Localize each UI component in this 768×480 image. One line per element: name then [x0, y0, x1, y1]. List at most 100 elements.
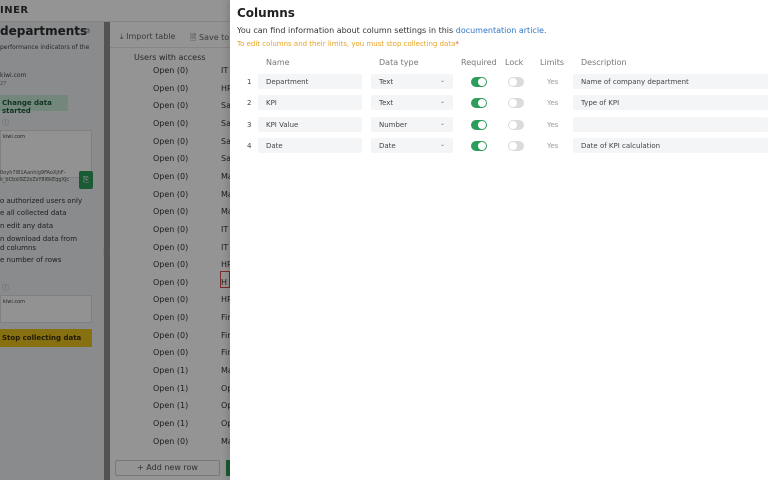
stop-collecting-button[interactable]: Stop collecting data: [0, 329, 92, 347]
users-with-access-cell[interactable]: Open (1): [153, 419, 188, 428]
option-collected-data[interactable]: e all collected data: [0, 209, 67, 217]
documentation-link[interactable]: documentation article.: [456, 26, 547, 35]
users-with-access-cell[interactable]: Open (0): [153, 207, 188, 216]
notify-email: kiwi.com: [3, 299, 26, 305]
users-with-access-cell[interactable]: Open (0): [153, 66, 188, 75]
users-with-access-cell[interactable]: Open (0): [153, 119, 188, 128]
data-type-value: Number: [379, 121, 408, 129]
users-with-access-cell[interactable]: Open (0): [153, 313, 188, 322]
column-name-input[interactable]: KPI: [258, 95, 362, 110]
import-table-button[interactable]: ⤓ Import table: [120, 32, 175, 42]
limits-value[interactable]: Yes: [547, 142, 558, 150]
data-type-select[interactable]: Number ⌄: [371, 117, 453, 132]
chevron-down-icon: ⌄: [439, 120, 445, 127]
data-type-select[interactable]: Text ⌄: [371, 95, 453, 110]
row-number: 4: [247, 142, 252, 150]
description-input[interactable]: Date of KPI calculation: [573, 138, 768, 153]
toggle-knob: [509, 78, 517, 86]
info-text-body: You can find information about column se…: [237, 26, 456, 35]
info-text: You can find information about column se…: [237, 26, 547, 35]
users-with-access-cell[interactable]: Open (1): [153, 384, 188, 393]
brand-name: INER: [0, 5, 29, 16]
lock-toggle[interactable]: [508, 77, 524, 87]
required-toggle[interactable]: [471, 141, 487, 151]
users-with-access-cell[interactable]: Open (0): [153, 278, 188, 287]
data-type-value: Date: [379, 142, 396, 150]
add-new-row-button[interactable]: + Add new row: [115, 460, 220, 476]
owner-sub: 27: [0, 81, 7, 87]
option-number-of-rows[interactable]: e number of rows: [0, 256, 61, 264]
data-type-value: Text: [379, 78, 394, 86]
description-input[interactable]: Name of company department: [573, 74, 768, 89]
column-name-input[interactable]: Date: [258, 138, 362, 153]
warning-text: To edit columns and their limits, you mu…: [237, 40, 459, 48]
data-type-select[interactable]: Date ⌄: [371, 138, 453, 153]
department-cell[interactable]: IT: [221, 243, 228, 252]
users-with-access-cell[interactable]: Open (0): [153, 84, 188, 93]
users-with-access-cell[interactable]: Open (0): [153, 225, 188, 234]
copy-icon[interactable]: ⧉: [84, 26, 90, 36]
invalid-cell-highlight: [220, 271, 230, 288]
option-columns[interactable]: d columns: [0, 244, 36, 252]
header-description: Description: [581, 58, 627, 67]
column-name-input[interactable]: KPI Value: [258, 117, 362, 132]
users-with-access-cell[interactable]: Open (0): [153, 243, 188, 252]
users-with-access-cell[interactable]: Open (0): [153, 437, 188, 446]
data-type-select[interactable]: Text ⌄: [371, 74, 453, 89]
users-with-access-cell[interactable]: Open (0): [153, 348, 188, 357]
option-authorized-users[interactable]: o authorized users only: [0, 197, 82, 205]
limits-value[interactable]: Yes: [547, 78, 558, 86]
toggle-knob: [509, 99, 517, 107]
columns-modal: Columns You can find information about c…: [230, 0, 768, 480]
modal-title: Columns: [237, 6, 295, 20]
users-with-access-cell[interactable]: Open (0): [153, 172, 188, 181]
toggle-knob: [478, 99, 486, 107]
users-with-access-cell[interactable]: Open (0): [153, 154, 188, 163]
notify-box: kiwi.com: [0, 295, 92, 323]
users-with-access-cell[interactable]: Open (0): [153, 190, 188, 199]
row-number: 3: [247, 121, 252, 129]
users-with-access-cell[interactable]: Open (0): [153, 137, 188, 146]
option-edit-data[interactable]: n edit any data: [0, 222, 53, 230]
header-data-type: Data type: [379, 58, 419, 67]
users-with-access-cell[interactable]: Open (0): [153, 295, 188, 304]
limits-value[interactable]: Yes: [547, 99, 558, 107]
change-data-started-button[interactable]: Change data started: [0, 95, 68, 115]
lock-toggle[interactable]: [508, 98, 524, 108]
share-token: 0oyh7iB1Aanhlg9FAoXjhF-k_bCbxi9Z2xZsY8l6…: [0, 170, 70, 183]
data-type-value: Text: [379, 99, 394, 107]
lock-toggle[interactable]: [508, 120, 524, 130]
users-with-access-cell[interactable]: Open (0): [153, 331, 188, 340]
toggle-knob: [478, 142, 486, 150]
users-with-access-cell[interactable]: Open (0): [153, 260, 188, 269]
users-with-access-cell[interactable]: Open (0): [153, 101, 188, 110]
warning-text-body: To edit columns and their limits, you mu…: [237, 40, 456, 48]
copy-link-button[interactable]: ⎘: [79, 171, 93, 189]
required-toggle[interactable]: [471, 98, 487, 108]
owner-email: kiwi.com: [0, 72, 27, 79]
info-icon: ⓘ: [2, 119, 9, 127]
limits-value[interactable]: Yes: [547, 121, 558, 129]
department-cell[interactable]: IT: [221, 225, 228, 234]
chevron-down-icon: ⌄: [439, 141, 445, 148]
toggle-knob: [509, 142, 517, 150]
column-row: 4 Date Date ⌄ Yes Date of KPI calculation: [230, 138, 768, 154]
table-title: departments: [0, 24, 88, 38]
users-with-access-cell[interactable]: Open (1): [153, 401, 188, 410]
column-name-input[interactable]: Department: [258, 74, 362, 89]
users-with-access-cell[interactable]: Open (1): [153, 366, 188, 375]
description-input[interactable]: [573, 117, 768, 132]
lock-toggle[interactable]: [508, 141, 524, 151]
info-icon-2: ⓘ: [2, 284, 9, 292]
chevron-down-icon: ⌄: [439, 98, 445, 105]
required-toggle[interactable]: [471, 77, 487, 87]
required-toggle[interactable]: [471, 120, 487, 130]
column-row: 1 Department Text ⌄ Yes Name of company d…: [230, 74, 768, 90]
option-download-data[interactable]: n download data from: [0, 235, 77, 243]
row-number: 2: [247, 99, 252, 107]
description-input[interactable]: Type of KPI: [573, 95, 768, 110]
department-cell[interactable]: IT: [221, 66, 228, 75]
panel-resize-handle[interactable]: ⋮: [100, 248, 108, 257]
chevron-down-icon: ⌄: [439, 77, 445, 84]
table-description: performance indicators of the: [0, 44, 90, 51]
